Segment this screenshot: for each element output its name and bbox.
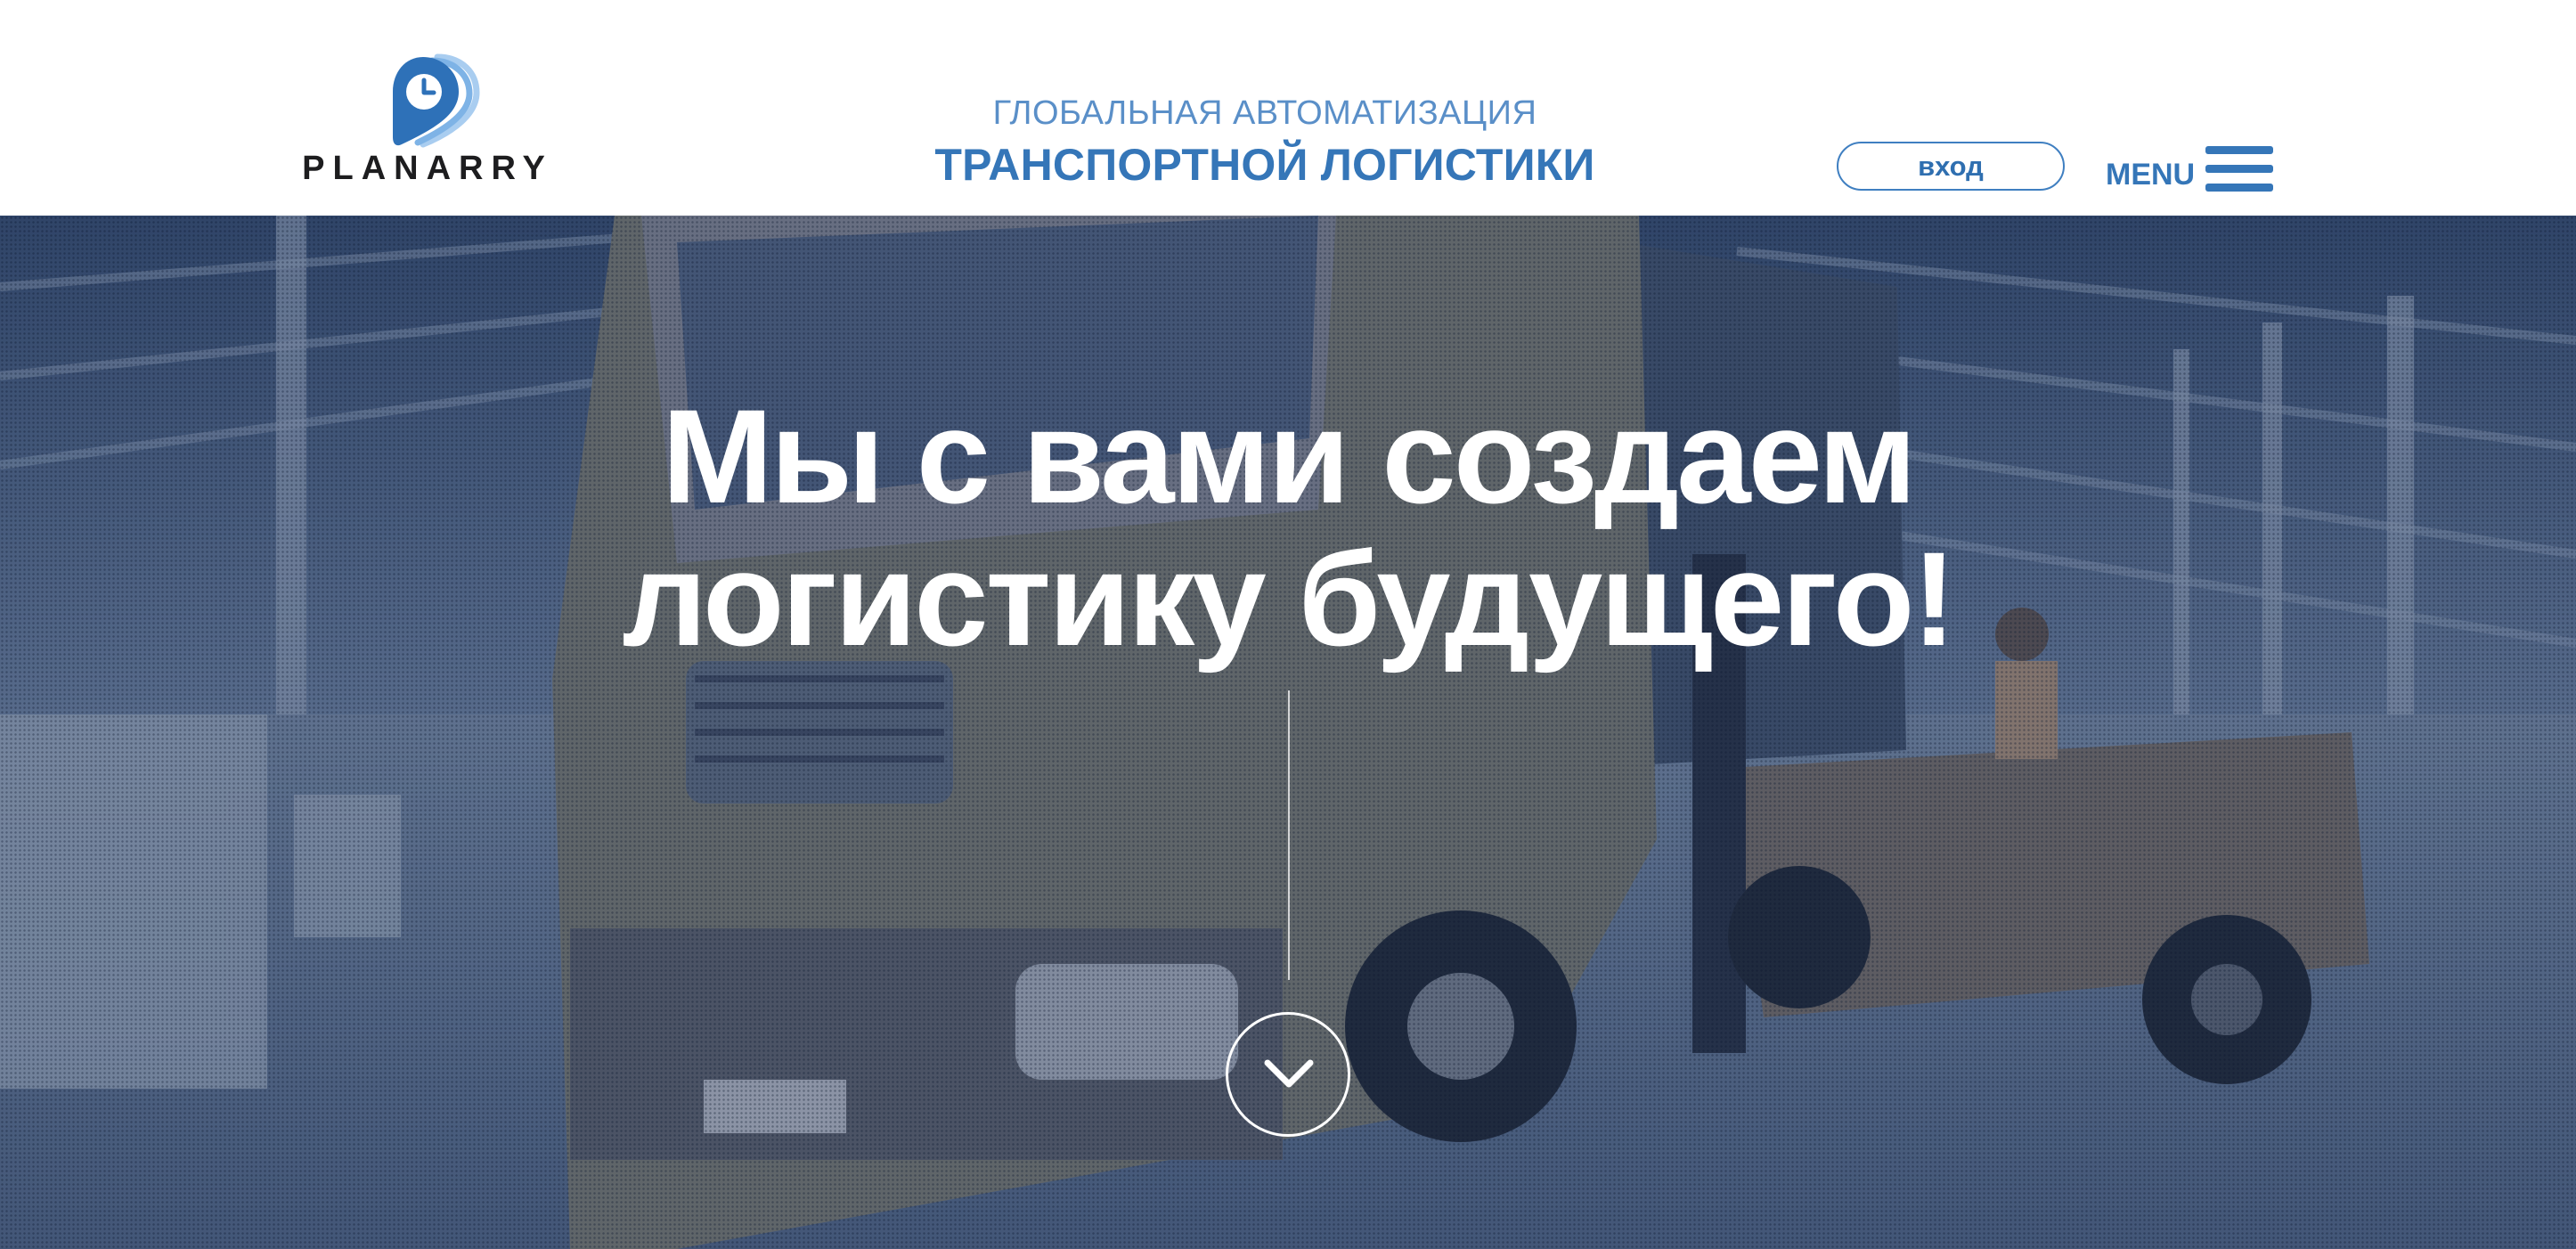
hero-section: Мы с вами создаем логистику будущего!	[0, 216, 2576, 1249]
hamburger-icon[interactable]	[2205, 146, 2273, 192]
scroll-down-button[interactable]	[1226, 1012, 1350, 1137]
tagline-top: ГЛОБАЛЬНАЯ АВТОМАТИЗАЦИЯ	[992, 94, 1537, 132]
site-header: PLANARRY ГЛОБАЛЬНАЯ АВТОМАТИЗАЦИЯ ТРАНСП…	[0, 0, 2576, 216]
scroll-guide-line	[1288, 690, 1290, 980]
logo-link[interactable]: PLANARRY	[289, 52, 566, 187]
login-button[interactable]: вход	[1837, 142, 2065, 191]
tagline-bottom: ТРАНСПОРТНОЙ ЛОГИСТИКИ	[934, 140, 1595, 190]
menu-label: MENU	[2106, 157, 2196, 192]
hero-title: Мы с вами создаем логистику будущего!	[397, 385, 2179, 670]
logo-wordmark: PLANARRY	[302, 150, 553, 187]
hero-title-line-2: логистику будущего!	[622, 524, 1957, 673]
clock-pin-icon	[393, 53, 480, 148]
header-tagline: ГЛОБАЛЬНАЯ АВТОМАТИЗАЦИЯ ТРАНСПОРТНОЙ ЛО…	[873, 91, 1657, 194]
hero-title-line-1: Мы с вами создаем	[661, 381, 1917, 531]
chevron-down-icon	[1264, 1059, 1314, 1088]
menu-toggle[interactable]: MENU	[2106, 139, 2275, 194]
